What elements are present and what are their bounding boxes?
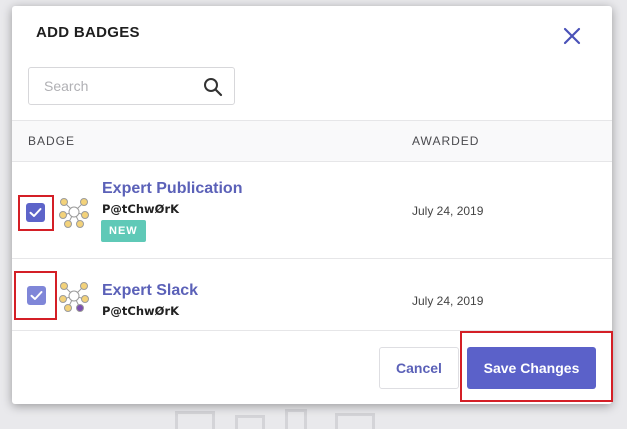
new-badge-tag: NEW — [101, 220, 146, 242]
search-input[interactable] — [30, 69, 190, 103]
checkmark-icon — [29, 208, 42, 217]
column-header-awarded: AWARDED — [412, 134, 480, 148]
search-field — [28, 67, 235, 105]
badge-network-icon — [59, 282, 89, 312]
table-header: BADGE AWARDED — [12, 120, 612, 162]
search-icon[interactable] — [203, 77, 223, 97]
badge-issuer: P@tChwØrK — [102, 202, 180, 216]
badge-name[interactable]: Expert Slack — [102, 282, 198, 300]
cancel-button[interactable]: Cancel — [379, 347, 459, 389]
badge-checkbox[interactable] — [27, 286, 46, 305]
close-button[interactable] — [560, 24, 584, 48]
column-header-badge: BADGE — [28, 134, 76, 148]
table-row: Expert Slack P@tChwØrK July 24, 2019 — [12, 259, 612, 331]
awarded-date: July 24, 2019 — [412, 204, 484, 218]
close-icon — [563, 27, 581, 45]
badge-network-icon — [59, 198, 89, 228]
table-row: Expert Publication P@tChwØrK NEW July 24… — [12, 162, 612, 259]
checkmark-icon — [30, 291, 43, 300]
modal-title: ADD BADGES — [36, 24, 140, 41]
background-decoration — [165, 405, 405, 429]
awarded-date: July 24, 2019 — [412, 294, 484, 308]
badge-name[interactable]: Expert Publication — [102, 180, 242, 198]
badge-checkbox[interactable] — [26, 203, 45, 222]
badge-issuer: P@tChwØrK — [102, 304, 180, 318]
highlight-annotation — [460, 331, 613, 402]
